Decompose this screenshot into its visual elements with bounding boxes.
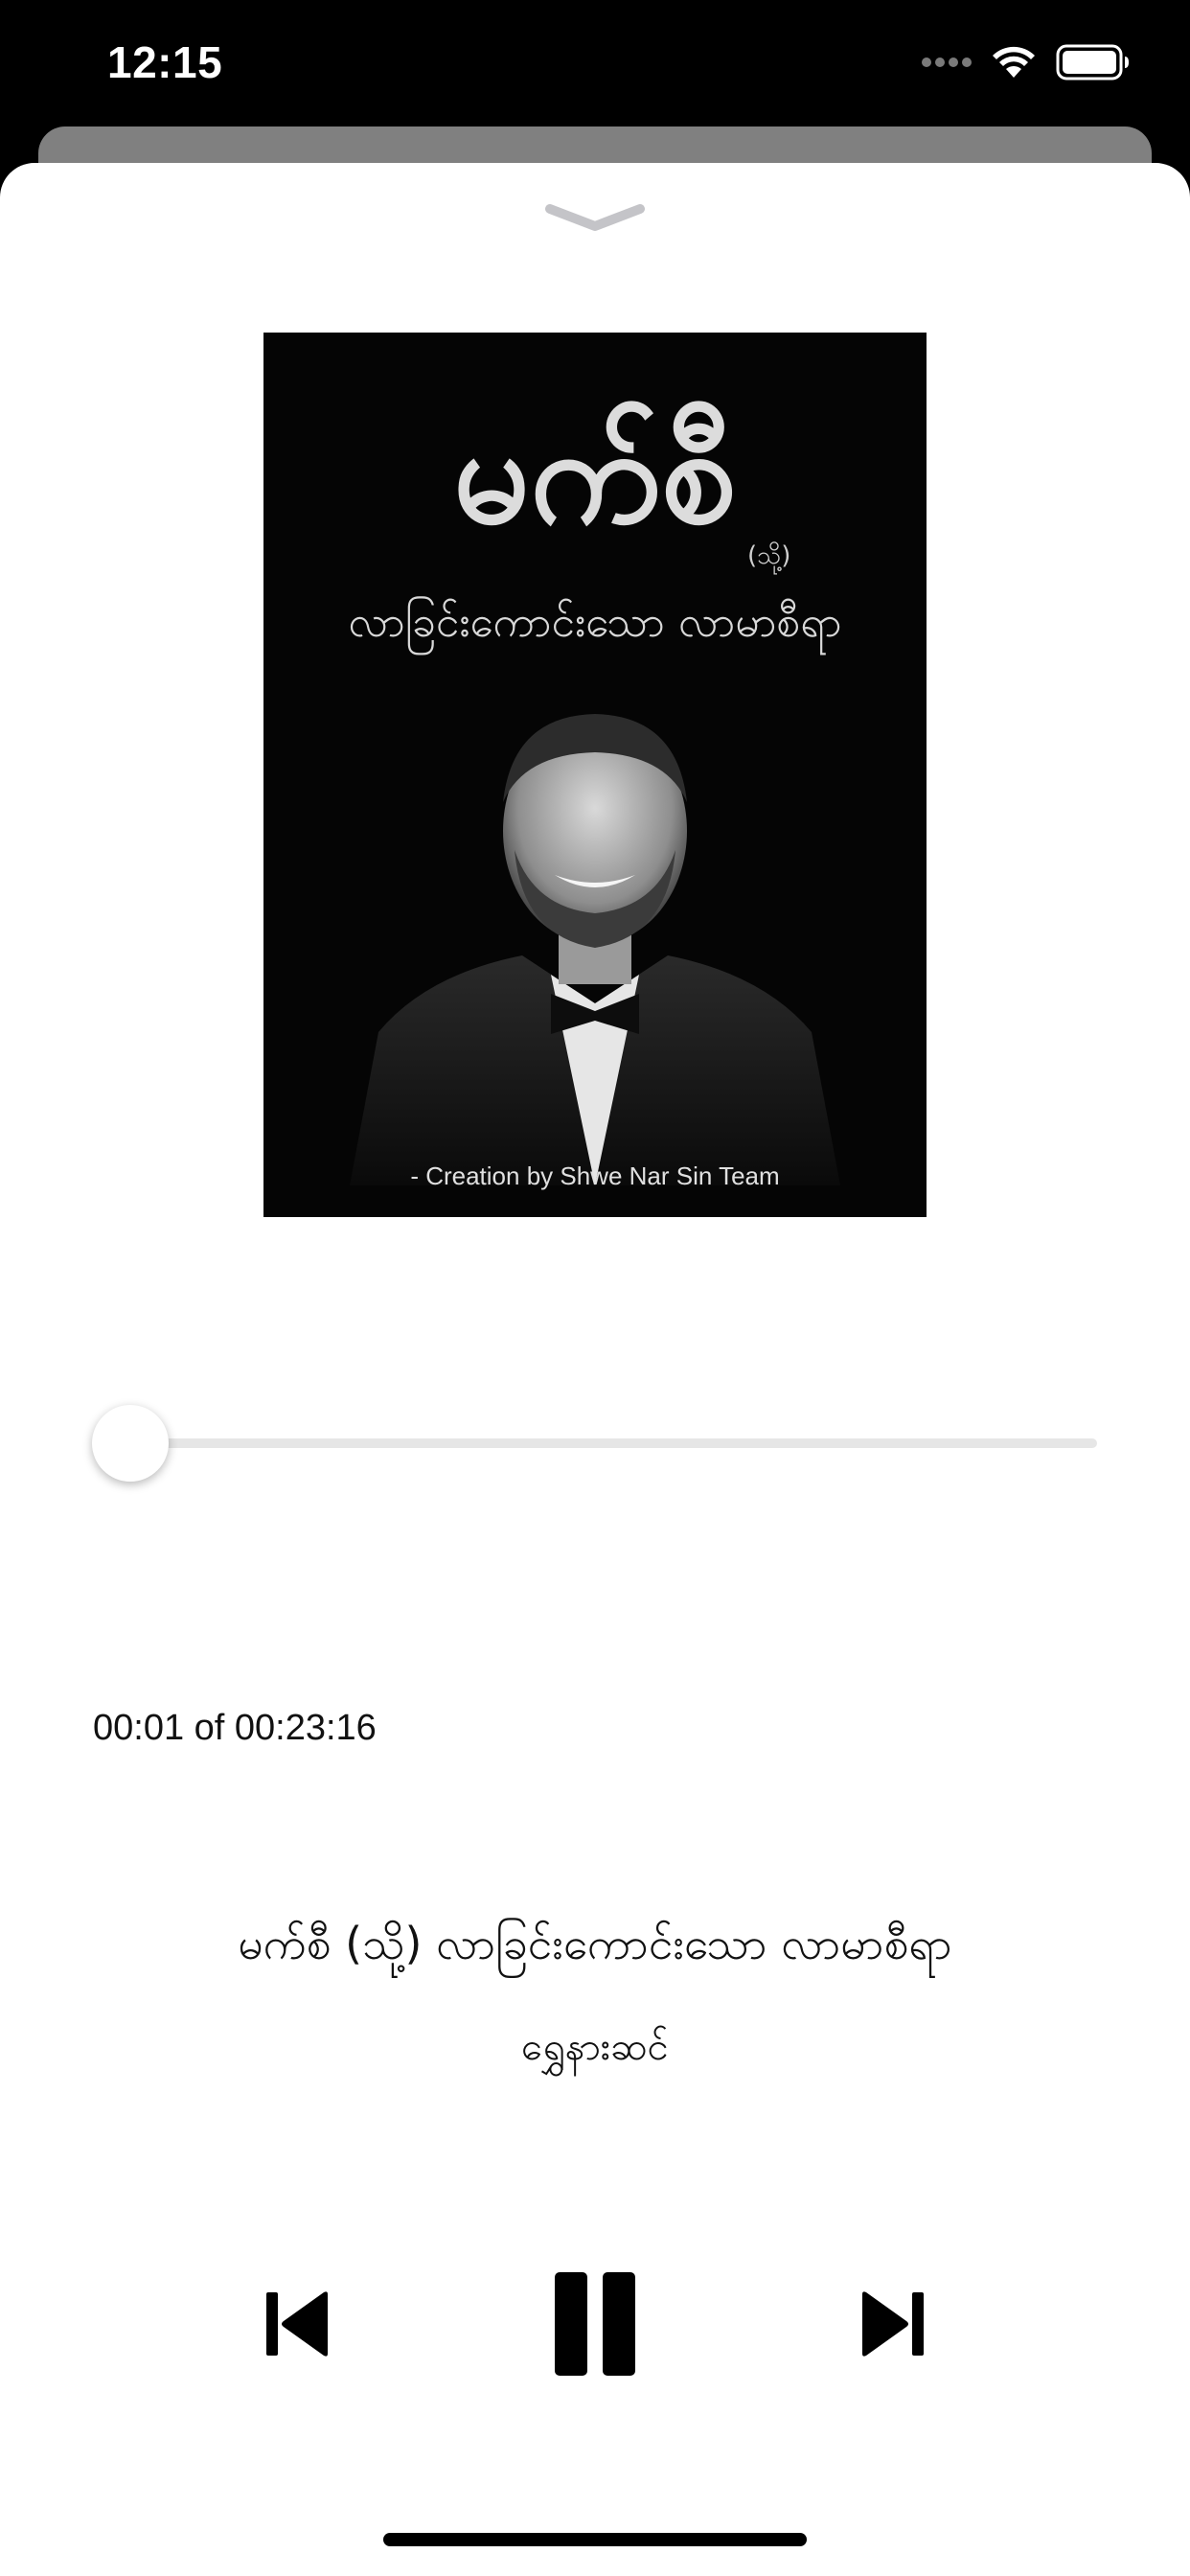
chevron-down-icon bbox=[545, 204, 645, 231]
cover-subtitle: လာခြင်းကောင်းသော လာမာစီရာ bbox=[348, 598, 842, 647]
slider-track bbox=[129, 1438, 1097, 1448]
previous-track-button[interactable] bbox=[259, 2281, 335, 2367]
time-readout: 00:01 of 00:23:16 bbox=[93, 1708, 377, 1748]
slider-thumb[interactable] bbox=[91, 1405, 169, 1482]
signal-dots-icon bbox=[922, 58, 972, 67]
pause-icon bbox=[555, 2272, 635, 2376]
cover-title-small: (သို့) bbox=[747, 541, 791, 570]
cover-credit: - Creation by Shwe Nar Sin Team bbox=[410, 1162, 780, 1190]
track-title: မက်စီ (သို့) လာခြင်းကောင်းသော လာမာစီရာ bbox=[238, 1918, 952, 1969]
previous-track-icon bbox=[266, 2291, 328, 2357]
status-bar: 12:15 bbox=[0, 0, 1190, 125]
now-playing-sheet: မက်စီ (သို့) လာခြင်းကောင်းသော လာမာစီရာ -… bbox=[0, 163, 1190, 2576]
status-icons bbox=[922, 44, 1131, 80]
cover-portrait-image bbox=[350, 714, 840, 1185]
next-track-icon bbox=[862, 2291, 924, 2357]
status-time: 12:15 bbox=[107, 37, 223, 87]
playback-progress-slider[interactable] bbox=[91, 1399, 1097, 1485]
battery-icon bbox=[1056, 44, 1129, 80]
cover-title: မက်စီ bbox=[453, 398, 737, 554]
home-indicator[interactable] bbox=[383, 2533, 807, 2546]
wifi-icon bbox=[993, 46, 1035, 78]
next-track-button[interactable] bbox=[855, 2281, 931, 2367]
dismiss-chevron[interactable] bbox=[542, 201, 648, 243]
album-cover: မက်စီ (သို့) လာခြင်းကောင်းသော လာမာစီရာ -… bbox=[263, 333, 927, 1217]
pause-button[interactable] bbox=[549, 2266, 641, 2381]
track-artist: ရွှေနားဆင် bbox=[521, 2025, 669, 2069]
